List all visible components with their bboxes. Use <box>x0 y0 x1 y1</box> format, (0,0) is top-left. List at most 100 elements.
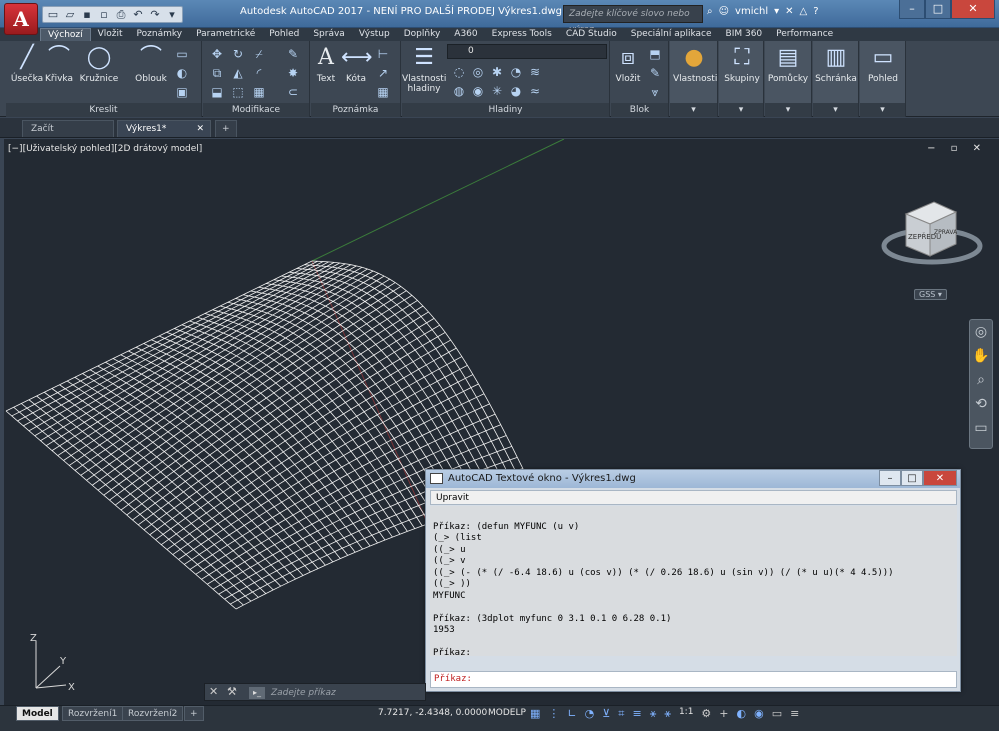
model-space-toggle[interactable]: MODELP <box>488 708 526 718</box>
command-input[interactable]: Příkaz: <box>430 671 957 688</box>
explode-icon[interactable]: ✸ <box>283 64 303 82</box>
save-as-icon[interactable]: ▫ <box>97 8 111 21</box>
leader-icon[interactable]: ⊢ <box>373 45 393 63</box>
groups-button[interactable]: ⛶ Skupiny <box>721 44 763 84</box>
annotation-panel-footer[interactable]: Poznámka <box>311 103 400 117</box>
osnap-icon[interactable]: ⌗ <box>618 707 624 721</box>
grid-icon[interactable]: ▦ <box>530 707 540 721</box>
workspace-gear-icon[interactable]: ⚙ <box>701 707 711 721</box>
fillet-icon[interactable]: ◜ <box>249 64 269 82</box>
properties-expand-icon[interactable]: ▾ <box>670 103 717 117</box>
coordinates-readout[interactable]: 7.7217, -2.4348, 0.0000 <box>378 708 487 718</box>
tab-model[interactable]: Model <box>16 706 59 721</box>
orbit-icon[interactable]: ⟲ <box>970 392 992 416</box>
erase-icon[interactable]: ✎ <box>283 45 303 63</box>
tab-insert[interactable]: Vložit <box>91 28 130 41</box>
tab-cad-studio[interactable]: CAD Studio <box>559 28 624 41</box>
tab-layout1[interactable]: Rozvržení1 <box>62 706 124 721</box>
mirror-icon[interactable]: ◭ <box>228 64 248 82</box>
close-button[interactable]: ✕ <box>951 0 995 19</box>
hatch-icon[interactable]: ◐ <box>172 64 192 82</box>
utilities-expand-icon[interactable]: ▾ <box>765 103 811 117</box>
tw-close-button[interactable]: ✕ <box>923 470 957 486</box>
ortho-icon[interactable]: ∟ <box>567 707 576 721</box>
lineweight-icon[interactable]: ≡ <box>633 707 642 721</box>
hardware-accel-icon[interactable]: ◉ <box>754 707 764 721</box>
tab-home[interactable]: Výchozí <box>40 28 91 41</box>
trim-icon[interactable]: ⌿ <box>249 45 269 63</box>
isolate-objects-icon[interactable]: ◐ <box>737 707 747 721</box>
user-dropdown-icon[interactable]: ▾ <box>774 6 779 17</box>
region-icon[interactable]: ▣ <box>172 83 192 101</box>
layer-properties-button[interactable]: ☰ Vlastnosti hladiny <box>402 44 446 94</box>
undo-icon[interactable]: ↶ <box>131 8 145 21</box>
clipboard-button[interactable]: ▥ Schránka <box>815 44 857 84</box>
layer-on-icon[interactable]: ◍ <box>450 82 468 100</box>
clean-screen-icon[interactable]: ▭ <box>772 707 782 721</box>
user-icon[interactable]: ☺ <box>719 6 729 17</box>
minimize-button[interactable]: – <box>899 0 925 19</box>
layer-match-icon[interactable]: ≋ <box>526 63 544 81</box>
polar-icon[interactable]: ◔ <box>585 707 595 721</box>
tab-express-tools[interactable]: Express Tools <box>485 28 559 41</box>
open-icon[interactable]: ▱ <box>63 8 77 21</box>
view-button[interactable]: ▭ Pohled <box>862 44 904 84</box>
draw-panel-footer[interactable]: Kreslit <box>6 103 201 117</box>
edit-block-icon[interactable]: ✎ <box>645 64 665 82</box>
tab-layout2[interactable]: Rozvržení2 <box>122 706 184 721</box>
showmotion-icon[interactable]: ▭ <box>970 416 992 440</box>
steering-wheel-icon[interactable]: ◎ <box>970 320 992 344</box>
command-history[interactable]: Příkaz: (defun MYFUNC (u v) (_> (list ((_>… <box>430 506 957 656</box>
array-icon[interactable]: ▦ <box>249 83 269 101</box>
annotation-visibility-icon[interactable]: ⚹ <box>650 707 657 721</box>
redo-icon[interactable]: ↷ <box>148 8 162 21</box>
search-input[interactable]: Zadejte klíčové slovo nebo výraz. <box>563 5 703 35</box>
tab-performance[interactable]: Performance <box>769 28 840 41</box>
multileader-icon[interactable]: ↗ <box>373 64 393 82</box>
tab-view[interactable]: Pohled <box>262 28 306 41</box>
text-window-titlebar[interactable]: AutoCAD Textové okno - Výkres1.dwg – □ ✕ <box>426 470 960 488</box>
command-line-input[interactable]: Zadejte příkaz <box>271 685 336 701</box>
help-icon[interactable]: ? <box>813 6 818 17</box>
binoculars-icon[interactable]: ⌕ <box>707 6 713 17</box>
tab-special-apps[interactable]: Speciální aplikace <box>624 28 719 41</box>
block-panel-footer[interactable]: Blok <box>611 103 668 117</box>
isodraft-icon[interactable]: ⊻ <box>602 707 610 721</box>
layers-panel-footer[interactable]: Hladiny <box>402 103 609 117</box>
layer-unlock-icon[interactable]: ◕ <box>507 82 525 100</box>
new-tab-button[interactable]: + <box>215 120 237 137</box>
copy-icon[interactable]: ⧉ <box>207 64 227 82</box>
layer-dropdown[interactable]: 0 <box>447 44 607 59</box>
utilities-button[interactable]: ▤ Pomůcky <box>767 44 809 84</box>
exchange-icon[interactable]: ✕ <box>785 6 793 17</box>
wcs-menu[interactable]: GSS ▾ <box>914 289 947 300</box>
a360-icon[interactable]: △ <box>800 6 808 17</box>
attribute-icon[interactable]: ⩔ <box>645 83 665 101</box>
layer-isolate-icon[interactable]: ◎ <box>469 63 487 81</box>
menu-edit[interactable]: Upravit <box>436 493 469 503</box>
table-icon[interactable]: ▦ <box>373 83 393 101</box>
insert-block-button[interactable]: ⧈ Vložit <box>607 44 649 84</box>
tab-a360[interactable]: A360 <box>447 28 484 41</box>
qat-dropdown-icon[interactable]: ▾ <box>165 8 179 21</box>
polyline-button[interactable]: ⌒ Křivka <box>38 44 80 84</box>
tw-minimize-button[interactable]: – <box>879 470 901 486</box>
dimension-button[interactable]: ⟷ Kóta <box>335 44 377 84</box>
tab-parametric[interactable]: Parametrické <box>189 28 262 41</box>
pan-icon[interactable]: ✋ <box>970 344 992 368</box>
circle-button[interactable]: ◯ Kružnice <box>78 44 120 84</box>
viewport-controls[interactable]: − ▫ ✕ <box>927 143 987 154</box>
layer-thaw-icon[interactable]: ✳ <box>488 82 506 100</box>
user-name[interactable]: vmichl <box>735 6 768 17</box>
arc-button[interactable]: ⌒ Oblouk <box>130 44 172 84</box>
tab-bim360[interactable]: BIM 360 <box>719 28 770 41</box>
groups-expand-icon[interactable]: ▾ <box>719 103 763 117</box>
tab-manage[interactable]: Správa <box>306 28 351 41</box>
layer-freeze-icon[interactable]: ✱ <box>488 63 506 81</box>
properties-button[interactable]: ● Vlastnosti <box>673 44 717 84</box>
tab-addins[interactable]: Doplňky <box>397 28 448 41</box>
customize-icon[interactable]: ⚒ <box>227 685 237 698</box>
move-icon[interactable]: ✥ <box>207 45 227 63</box>
clipboard-expand-icon[interactable]: ▾ <box>813 103 858 117</box>
layer-lock-icon[interactable]: ◔ <box>507 63 525 81</box>
